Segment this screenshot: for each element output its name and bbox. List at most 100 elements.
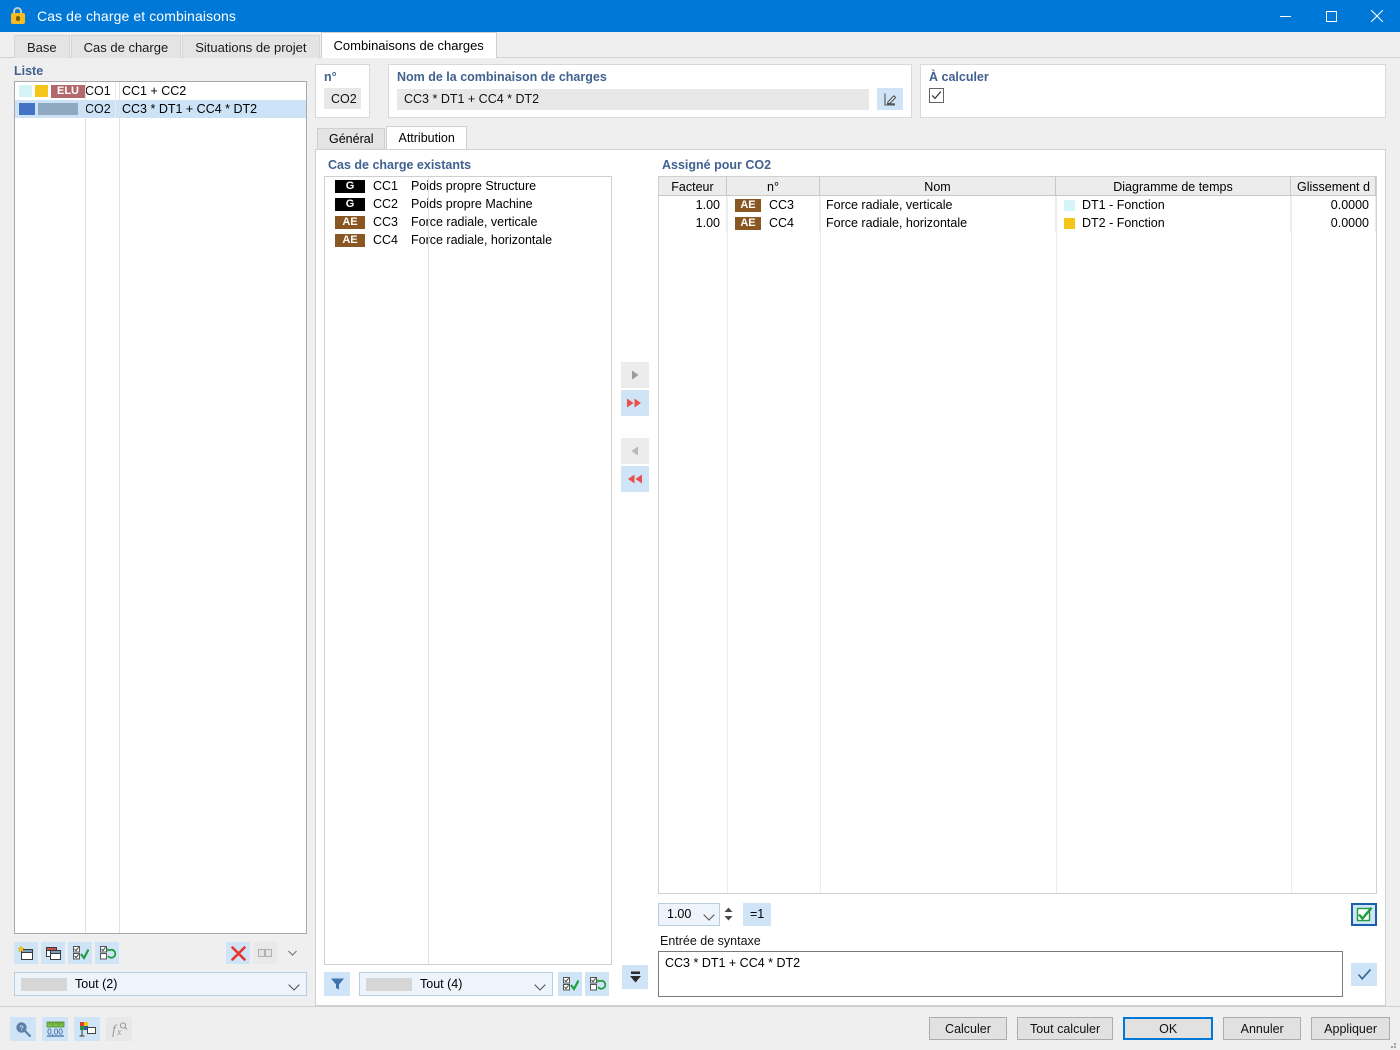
- factor-row: 1.00 =1: [658, 899, 1377, 929]
- filter-funnel-icon[interactable]: [324, 972, 350, 996]
- invert-check-icon[interactable]: [95, 942, 119, 964]
- table-header-row: Facteur n° Nom Diagramme de temps Glisse…: [659, 177, 1376, 196]
- name-field-box: Nom de la combinaison de charges CC3 * D…: [388, 64, 912, 118]
- number-field-label: n°: [324, 70, 337, 84]
- list-filter-combobox[interactable]: Tout (2): [14, 972, 307, 996]
- column-header-nom[interactable]: Nom: [820, 177, 1056, 196]
- edit-pencil-icon[interactable]: [877, 88, 903, 110]
- new-combination-icon[interactable]: [14, 942, 38, 964]
- column-header-numero[interactable]: n°: [727, 177, 820, 196]
- tout-calculer-button[interactable]: Tout calculer: [1016, 1017, 1114, 1040]
- cell-diagramme-value: DT1 - Fonction: [1082, 198, 1165, 212]
- cell-numero: AE CC3: [727, 196, 820, 214]
- green-check-box-icon[interactable]: [1351, 902, 1377, 926]
- column-header-diagramme[interactable]: Diagramme de temps: [1056, 177, 1291, 196]
- tab-cas-de-charge[interactable]: Cas de charge: [70, 35, 182, 58]
- load-case-number: CC3: [373, 215, 399, 229]
- list-panel-label: Liste: [14, 64, 44, 78]
- factor-spinner[interactable]: 1.00: [658, 902, 720, 926]
- existing-load-cases: Cas de charge existants G CC1 Poids prop…: [324, 158, 612, 997]
- help-search-icon[interactable]: ?: [10, 1016, 36, 1041]
- display-properties-icon[interactable]: [74, 1016, 100, 1041]
- resize-grip[interactable]: [1387, 1037, 1397, 1048]
- maximize-icon[interactable]: [1308, 0, 1354, 32]
- table-row[interactable]: 1.00 AE CC3 Force radiale, verticale DT1…: [659, 196, 1376, 214]
- list-item-swatches: ELU: [15, 84, 85, 98]
- remove-one-button[interactable]: [621, 437, 649, 464]
- number-field-box: n° CO2: [315, 64, 370, 118]
- existing-list[interactable]: G CC1 Poids propre Structure G CC2 Poids…: [324, 176, 612, 965]
- to-calculate-label: À calculer: [929, 70, 989, 84]
- combination-list[interactable]: ELU CO1 CC1 + CC2 CO2 CC3 * DT1 + CC4 * …: [14, 81, 307, 934]
- cell-numero-value: CC4: [769, 216, 795, 230]
- load-case-icon: [10, 7, 28, 25]
- existing-label: Cas de charge existants: [328, 158, 472, 172]
- calculer-button[interactable]: Calculer: [928, 1017, 1007, 1040]
- to-calculate-checkbox[interactable]: [929, 88, 944, 103]
- name-field-value[interactable]: CC3 * DT1 + CC4 * DT2: [397, 88, 869, 110]
- title-bar: Cas de charge et combinaisons: [0, 0, 1400, 32]
- move-down-icon[interactable]: [622, 965, 648, 989]
- list-item[interactable]: G CC1 Poids propre Structure: [325, 177, 611, 195]
- syntax-input[interactable]: CC3 * DT1 + CC4 * DT2: [658, 951, 1343, 997]
- minimize-icon[interactable]: [1262, 0, 1308, 32]
- dialog-body: Liste ELU CO1 CC1 + CC2 CO2 CC3 * DT1 + …: [0, 58, 1400, 1006]
- syntax-row: CC3 * DT1 + CC4 * DT2: [658, 951, 1377, 997]
- table-row[interactable]: 1.00 AE CC4 Force radiale, horizontale D…: [659, 214, 1376, 232]
- annuler-button[interactable]: Annuler: [1223, 1017, 1302, 1040]
- application-window: Cas de charge et combinaisons Base Cas d…: [0, 0, 1400, 1050]
- delete-icon[interactable]: [226, 942, 250, 964]
- tab-general[interactable]: Général: [317, 128, 386, 149]
- assigned-section: Assigné pour CO2 Facteur n° Nom Diagramm…: [658, 158, 1377, 997]
- window-title: Cas de charge et combinaisons: [37, 8, 237, 24]
- load-case-name: Poids propre Structure: [411, 179, 537, 193]
- copy-combination-icon[interactable]: [41, 942, 65, 964]
- equals-one-button[interactable]: =1: [743, 902, 772, 926]
- column-header-facteur[interactable]: Facteur: [659, 177, 727, 196]
- color-swatch: [35, 85, 48, 97]
- tab-attribution[interactable]: Attribution: [386, 126, 467, 149]
- list-item-swatches: [15, 103, 85, 115]
- assigned-label: Assigné pour CO2: [662, 158, 772, 172]
- cell-nom: Force radiale, verticale: [820, 196, 1056, 214]
- ok-button[interactable]: OK: [1123, 1017, 1214, 1040]
- list-item[interactable]: ELU CO1 CC1 + CC2: [15, 82, 306, 100]
- number-field-value[interactable]: CO2: [324, 88, 361, 109]
- existing-filter-row: Tout (4): [324, 971, 612, 997]
- remove-all-button[interactable]: [621, 465, 649, 492]
- column-header-glissement[interactable]: Glissement d: [1291, 177, 1376, 196]
- tab-combinaisons-de-charges[interactable]: Combinaisons de charges: [320, 32, 497, 58]
- assigned-table[interactable]: Facteur n° Nom Diagramme de temps Glisse…: [658, 176, 1377, 894]
- list-item-description: CC1 + CC2: [115, 82, 306, 100]
- list-item[interactable]: AE CC3 Force radiale, verticale: [325, 213, 611, 231]
- diagram-color-swatch: [1064, 199, 1075, 211]
- load-case-tag: G: [335, 197, 365, 211]
- cell-glissement: 0.0000: [1291, 196, 1376, 214]
- list-item[interactable]: AE CC4 Force radiale, horizontale: [325, 231, 611, 249]
- invert-check-icon[interactable]: [585, 972, 609, 996]
- list-item-description: CC3 * DT1 + CC4 * DT2: [115, 100, 306, 118]
- assign-one-button[interactable]: [621, 361, 649, 388]
- syntax-confirm-icon[interactable]: [1351, 963, 1377, 986]
- list-item-number: CO1: [85, 84, 111, 98]
- columns-dropdown-icon[interactable]: [280, 942, 304, 964]
- cell-facteur: 1.00: [659, 214, 727, 232]
- close-icon[interactable]: [1354, 0, 1400, 32]
- assign-all-button[interactable]: [621, 389, 649, 416]
- appliquer-button[interactable]: Appliquer: [1311, 1017, 1390, 1040]
- tab-base[interactable]: Base: [14, 35, 70, 58]
- check-all-icon[interactable]: [68, 942, 92, 964]
- existing-filter-combobox[interactable]: Tout (4): [359, 972, 553, 996]
- list-item[interactable]: CO2 CC3 * DT1 + CC4 * DT2: [15, 100, 306, 118]
- tab-situations-de-projet[interactable]: Situations de projet: [182, 35, 320, 58]
- svg-text:?: ?: [19, 1023, 23, 1032]
- spinner-arrows[interactable]: [722, 903, 735, 926]
- check-all-icon[interactable]: [558, 972, 582, 996]
- chevron-down-icon: [289, 979, 300, 990]
- transfer-buttons: [612, 158, 658, 997]
- list-item[interactable]: G CC2 Poids propre Machine: [325, 195, 611, 213]
- cell-glissement: 0.0000: [1291, 214, 1376, 232]
- chevron-down-icon[interactable]: [704, 909, 715, 920]
- main-tab-strip: Base Cas de charge Situations de projet …: [0, 32, 1400, 58]
- units-decimal-icon[interactable]: 0,00: [42, 1016, 68, 1041]
